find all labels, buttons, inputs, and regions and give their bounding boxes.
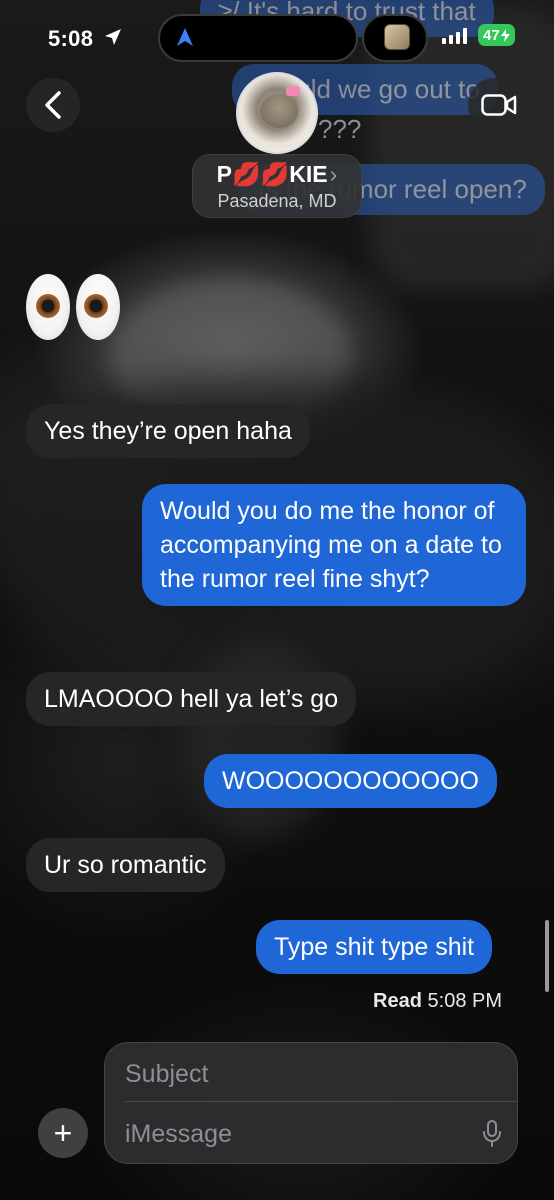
- imessage-input[interactable]: [125, 1113, 455, 1155]
- back-button[interactable]: [26, 78, 80, 132]
- battery-charging-icon: 47: [478, 24, 515, 46]
- read-label: Read: [373, 990, 422, 1012]
- chevron-left-icon: [45, 91, 61, 119]
- location-arrow-icon: [105, 29, 121, 45]
- navigation-icon: [177, 28, 193, 46]
- sent-message[interactable]: WOOOOOOOOOOOO: [204, 754, 497, 808]
- eye-left: [26, 274, 70, 340]
- bolt-icon: [500, 28, 510, 42]
- contact-name: P💋💋KIE›: [193, 161, 361, 188]
- received-message[interactable]: Yes they’re open haha: [26, 404, 310, 458]
- battery-level: 47: [483, 26, 500, 44]
- read-time: 5:08 PM: [427, 990, 502, 1012]
- wallpaper-dog: [180, 640, 340, 840]
- subject-input[interactable]: [125, 1053, 505, 1095]
- status-time: 5:08: [48, 26, 94, 51]
- contact-avatar[interactable]: [236, 72, 318, 154]
- compose-divider: [125, 1101, 517, 1102]
- eye-right: [76, 274, 120, 340]
- now-playing-artwork: [384, 24, 410, 50]
- status-bar: 5:08 47: [0, 0, 554, 80]
- contact-name-text: P💋💋KIE: [216, 161, 328, 187]
- contact-location: Pasadena, MD: [217, 191, 337, 211]
- microphone-icon[interactable]: [481, 1119, 503, 1149]
- video-camera-icon: [481, 94, 517, 116]
- read-receipt: Read 5:08 PM: [373, 990, 502, 1013]
- received-message[interactable]: Ur so romantic: [26, 838, 225, 892]
- sent-message[interactable]: Type shit type shit: [256, 920, 493, 974]
- contact-info-button[interactable]: P💋💋KIE› Pasadena, MD: [192, 154, 362, 218]
- chevron-right-icon: ›: [329, 161, 338, 187]
- avatar-hamster-photo: [260, 94, 298, 128]
- facetime-video-button[interactable]: [468, 78, 530, 132]
- scrollbar[interactable]: [545, 920, 549, 992]
- sent-message[interactable]: Would you do me the honor of accompanyin…: [142, 484, 526, 606]
- received-message[interactable]: LMAOOOO hell ya let’s go: [26, 672, 357, 726]
- signal-icon: [442, 28, 467, 44]
- add-attachment-button[interactable]: +: [38, 1108, 88, 1158]
- avatar-bow: [286, 86, 300, 96]
- compose-box: [104, 1042, 518, 1164]
- eyes-emoji-message[interactable]: [26, 270, 122, 348]
